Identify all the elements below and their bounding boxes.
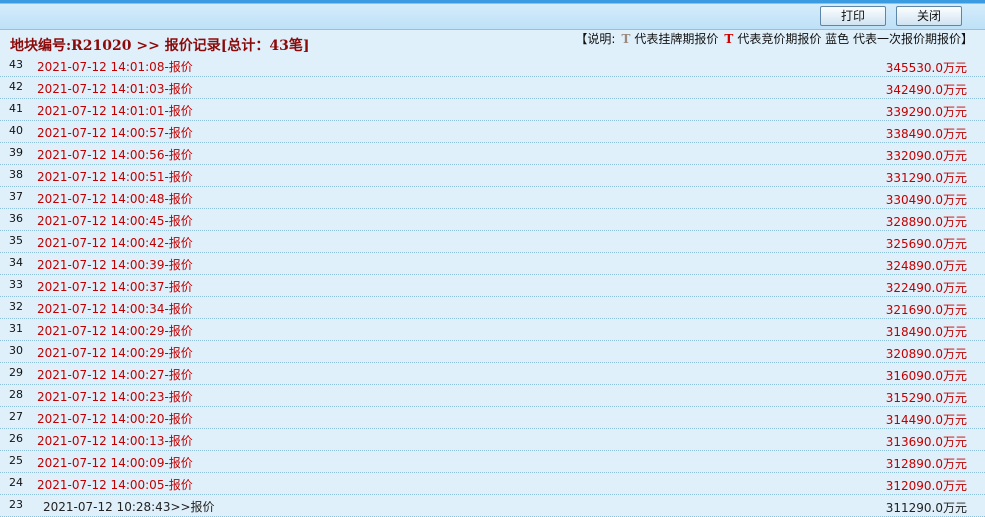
- bid-row: 43 2021-07-12 14:01:08-报价 345530.0万元: [0, 55, 985, 77]
- bid-amount: 314490.0万元: [885, 413, 967, 427]
- bid-time: 2021-07-12 14:00:20-报价: [37, 412, 193, 426]
- legend-blue-text: 蓝色 代表一次报价期报价】: [825, 32, 973, 46]
- bid-row: 34 2021-07-12 14:00:39-报价 324890.0万元: [0, 253, 985, 275]
- bid-amount: 321690.0万元: [885, 303, 967, 317]
- bid-time: 2021-07-12 14:00:29-报价: [37, 346, 193, 360]
- bid-time: 2021-07-12 14:01:08-报价: [37, 60, 193, 74]
- bid-number: 35: [9, 234, 23, 247]
- bid-time: 2021-07-12 14:00:45-报价: [37, 214, 193, 228]
- bid-time: 2021-07-12 14:00:57-报价: [37, 126, 193, 140]
- bid-amount: 332090.0万元: [885, 149, 967, 163]
- bid-amount: 322490.0万元: [885, 281, 967, 295]
- bid-number: 39: [9, 146, 23, 159]
- bid-time: 2021-07-12 14:00:13-报价: [37, 434, 193, 448]
- bid-time: 2021-07-12 14:01:01-报价: [37, 104, 193, 118]
- bid-number: 29: [9, 366, 23, 379]
- bid-number: 33: [9, 278, 23, 291]
- bid-number: 27: [9, 410, 23, 423]
- bid-time: 2021-07-12 14:00:29-报价: [37, 324, 193, 338]
- bid-amount: 312890.0万元: [885, 457, 967, 471]
- records-header: 地块编号:R21020 >> 报价记录[总计：43笔] 【说明: T 代表挂牌期报价…: [0, 30, 985, 55]
- bid-time: 2021-07-12 14:00:48-报价: [37, 192, 193, 206]
- bid-row: 36 2021-07-12 14:00:45-报价 328890.0万元: [0, 209, 985, 231]
- bid-amount: 320890.0万元: [885, 347, 967, 361]
- bid-time: 2021-07-12 14:00:51-报价: [37, 170, 193, 184]
- bid-amount: 311290.0万元: [885, 501, 967, 515]
- bid-row: 39 2021-07-12 14:00:56-报价 332090.0万元: [0, 143, 985, 165]
- bid-time: 2021-07-12 14:00:27-报价: [37, 368, 193, 382]
- bid-time: 2021-07-12 14:00:34-报价: [37, 302, 193, 316]
- bid-time: 2021-07-12 14:00:42-报价: [37, 236, 193, 250]
- top-toolbar: 打印 关闭: [0, 0, 985, 30]
- bid-amount: 330490.0万元: [885, 193, 967, 207]
- bid-number: 31: [9, 322, 23, 335]
- listing-period-t-icon: T: [621, 32, 631, 46]
- bid-row: 38 2021-07-12 14:00:51-报价 331290.0万元: [0, 165, 985, 187]
- bid-row: 33 2021-07-12 14:00:37-报价 322490.0万元: [0, 275, 985, 297]
- bid-amount: 338490.0万元: [885, 127, 967, 141]
- bid-time: 2021-07-12 14:00:56-报价: [37, 148, 193, 162]
- bid-amount: 325690.0万元: [885, 237, 967, 251]
- bid-amount: 331290.0万元: [885, 171, 967, 185]
- bid-amount: 318490.0万元: [885, 325, 967, 339]
- bid-amount: 342490.0万元: [885, 83, 967, 97]
- bid-amount: 324890.0万元: [885, 259, 967, 273]
- legend-open: 【说明:: [575, 32, 616, 46]
- bid-time: 2021-07-12 14:01:03-报价: [37, 82, 193, 96]
- bid-number: 34: [9, 256, 23, 269]
- bid-number: 37: [9, 190, 23, 203]
- bid-row: 28 2021-07-12 14:00:23-报价 315290.0万元: [0, 385, 985, 407]
- bid-number: 25: [9, 454, 23, 467]
- bid-amount: 328890.0万元: [885, 215, 967, 229]
- bid-amount: 315290.0万元: [885, 391, 967, 405]
- bid-row: 42 2021-07-12 14:01:03-报价 342490.0万元: [0, 77, 985, 99]
- bid-number: 24: [9, 476, 23, 489]
- bid-row: 32 2021-07-12 14:00:34-报价 321690.0万元: [0, 297, 985, 319]
- bid-time: 2021-07-12 14:00:39-报价: [37, 258, 193, 272]
- bidding-period-t-icon: T: [724, 32, 734, 46]
- bid-time: 2021-07-12 14:00:05-报价: [37, 478, 193, 492]
- bid-row: 29 2021-07-12 14:00:27-报价 316090.0万元: [0, 363, 985, 385]
- bid-row: 25 2021-07-12 14:00:09-报价 312890.0万元: [0, 451, 985, 473]
- print-button[interactable]: 打印: [820, 6, 886, 26]
- bid-amount: 313690.0万元: [885, 435, 967, 449]
- bid-number: 41: [9, 102, 23, 115]
- bid-time: 2021-07-12 14:00:23-报价: [37, 390, 193, 404]
- bid-time: 2021-07-12 14:00:37-报价: [37, 280, 193, 294]
- bid-number: 30: [9, 344, 23, 357]
- bid-number: 38: [9, 168, 23, 181]
- bid-row: 41 2021-07-12 14:01:01-报价 339290.0万元: [0, 99, 985, 121]
- bid-row: 40 2021-07-12 14:00:57-报价 338490.0万元: [0, 121, 985, 143]
- legend-listing-text: 代表挂牌期报价: [634, 32, 719, 46]
- bid-number: 42: [9, 80, 23, 93]
- bid-row: 31 2021-07-12 14:00:29-报价 318490.0万元: [0, 319, 985, 341]
- bid-number: 36: [9, 212, 23, 225]
- bid-amount: 339290.0万元: [885, 105, 967, 119]
- bid-number: 43: [9, 58, 23, 71]
- legend-bidding-text: 代表竞价期报价: [737, 32, 822, 46]
- bid-number: 32: [9, 300, 23, 313]
- bid-number: 40: [9, 124, 23, 137]
- legend: 【说明: T 代表挂牌期报价 T 代表竞价期报价 蓝色 代表一次报价期报价】: [575, 30, 973, 47]
- bid-row: 35 2021-07-12 14:00:42-报价 325690.0万元: [0, 231, 985, 253]
- bid-row: 23 2021-07-12 10:28:43>>报价 311290.0万元: [0, 495, 985, 517]
- bid-time: 2021-07-12 14:00:09-报价: [37, 456, 193, 470]
- bid-row: 30 2021-07-12 14:00:29-报价 320890.0万元: [0, 341, 985, 363]
- bid-amount: 312090.0万元: [885, 479, 967, 493]
- bid-row: 26 2021-07-12 14:00:13-报价 313690.0万元: [0, 429, 985, 451]
- bid-amount: 316090.0万元: [885, 369, 967, 383]
- bid-number: 26: [9, 432, 23, 445]
- bid-row: 27 2021-07-12 14:00:20-报价 314490.0万元: [0, 407, 985, 429]
- bid-number: 28: [9, 388, 23, 401]
- bid-time: 2021-07-12 10:28:43>>报价: [43, 500, 215, 514]
- bid-amount: 345530.0万元: [885, 61, 967, 75]
- bid-number: 23: [9, 498, 23, 511]
- page-title: 地块编号:R21020 >> 报价记录[总计：43笔]: [10, 38, 310, 54]
- bid-row: 37 2021-07-12 14:00:48-报价 330490.0万元: [0, 187, 985, 209]
- close-button[interactable]: 关闭: [896, 6, 962, 26]
- bid-record-list: 43 2021-07-12 14:01:08-报价 345530.0万元 42 2021…: [0, 55, 985, 517]
- bid-row: 24 2021-07-12 14:00:05-报价 312090.0万元: [0, 473, 985, 495]
